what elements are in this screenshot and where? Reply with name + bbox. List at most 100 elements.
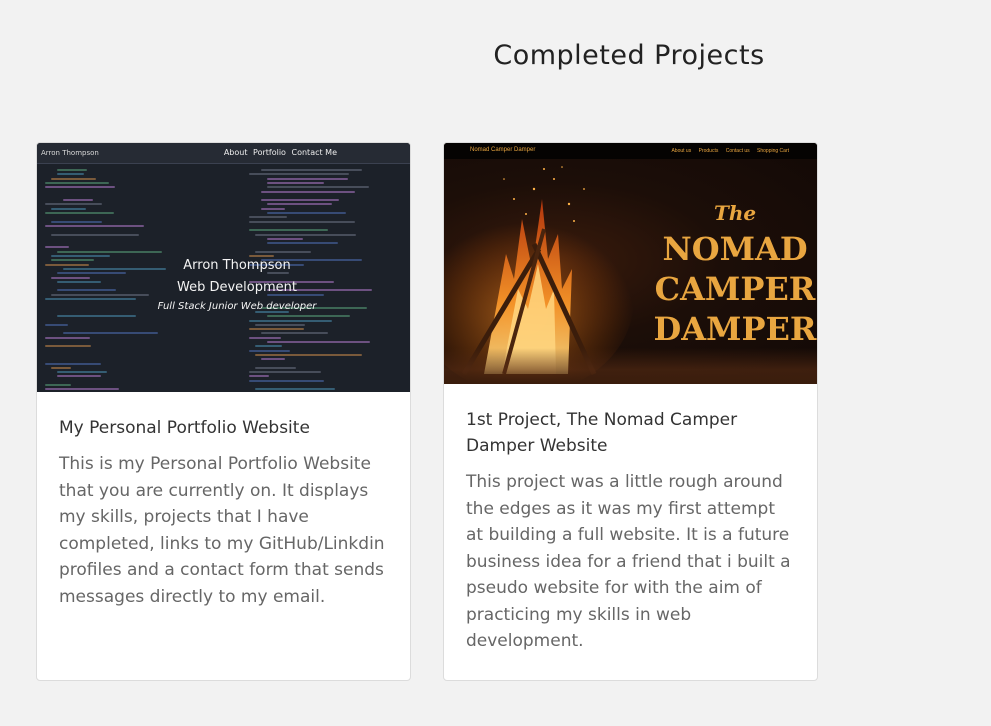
code-line — [249, 349, 290, 352]
code-line — [255, 388, 335, 391]
code-line — [267, 203, 332, 206]
thumbnail-brand: Nomad Camper Damper — [470, 147, 536, 153]
code-line — [255, 366, 296, 369]
code-line — [249, 216, 287, 219]
code-line — [51, 259, 94, 262]
thumbnail-nav-item: About us — [671, 148, 692, 154]
code-line — [57, 280, 101, 283]
code-line — [45, 388, 119, 391]
code-line — [45, 298, 136, 300]
thumbnail-hero: Arron Thompson Web Development Full Stac… — [137, 255, 337, 315]
thumbnail-nav-item: Contact Me — [291, 148, 338, 157]
thumbnail-nav-item: Shopping Cart — [757, 148, 789, 154]
code-line — [261, 207, 285, 210]
code-line — [261, 332, 328, 335]
card-title: 1st Project, The Nomad Camper Damper Web… — [466, 410, 738, 456]
thumbnail-navbar: Nomad Camper Damper About us Products Co… — [444, 143, 817, 159]
thumbnail-hero-name: Arron Thompson — [183, 258, 291, 273]
code-line — [267, 212, 346, 214]
code-line — [249, 379, 324, 382]
thumbnail-brand: Arron Thompson — [41, 149, 99, 157]
code-line — [45, 384, 71, 386]
code-line — [57, 272, 126, 275]
code-line — [267, 186, 369, 189]
thumbnail-nav: About us Products Contact us Shopping Ca… — [665, 148, 789, 154]
thumbnail-title-line: NOMAD — [662, 230, 808, 268]
code-line — [249, 371, 321, 374]
code-line — [45, 246, 69, 249]
code-line — [51, 366, 71, 369]
code-line — [45, 323, 68, 326]
code-line — [249, 319, 332, 322]
code-line — [249, 173, 349, 176]
project-thumbnail-portfolio[interactable]: Arron Thompson About Portfolio Contact M… — [37, 143, 410, 392]
code-line — [45, 186, 115, 189]
code-line — [249, 336, 281, 339]
code-line — [249, 375, 269, 378]
code-line — [51, 177, 96, 180]
card-description: This project was a little rough around t… — [466, 472, 791, 651]
project-card-portfolio[interactable]: Arron Thompson About Portfolio Contact M… — [36, 142, 411, 681]
code-line — [51, 276, 90, 279]
code-line — [249, 229, 328, 232]
project-thumbnail-nomad[interactable]: Nomad Camper Damper About us Products Co… — [444, 143, 817, 384]
code-line — [51, 207, 86, 210]
code-line — [45, 336, 90, 339]
code-line — [51, 255, 110, 257]
code-line — [57, 375, 101, 378]
thumbnail-nav-item: About — [223, 148, 248, 157]
code-line — [57, 289, 116, 292]
code-line — [51, 293, 149, 296]
thumbnail-title-line: DAMPER — [653, 310, 817, 348]
thumbnail-hero-role: Web Development — [177, 280, 297, 295]
code-line — [261, 190, 355, 193]
code-line — [267, 237, 303, 240]
code-line — [261, 169, 362, 171]
code-line — [57, 173, 84, 176]
code-line — [261, 199, 339, 202]
code-line — [255, 323, 305, 326]
code-line — [57, 371, 107, 374]
code-line — [57, 169, 87, 171]
project-card-nomad[interactable]: Nomad Camper Damper About us Products Co… — [443, 142, 818, 681]
code-line — [255, 250, 311, 253]
thumbnail-title: NOMAD CAMPER DAMPER — [650, 229, 817, 349]
code-line — [45, 345, 91, 348]
code-line — [45, 203, 102, 206]
thumbnail-nav-item: Portfolio — [253, 148, 286, 157]
code-line — [255, 233, 356, 236]
thumbnail-nav-item: Products — [698, 148, 719, 154]
code-line — [57, 315, 136, 318]
code-line — [51, 233, 139, 236]
card-title: My Personal Portfolio Website — [59, 418, 310, 438]
code-line — [255, 353, 362, 356]
section-title: Completed Projects — [493, 40, 765, 71]
page: Completed Projects Arron Thompson About … — [0, 0, 991, 726]
code-line — [255, 345, 282, 348]
card-body: 1st Project, The Nomad Camper Damper Web… — [444, 384, 817, 655]
thumbnail-nav-item: Contact us — [725, 148, 750, 154]
code-line — [45, 263, 89, 266]
thumbnail-title-the: The — [714, 201, 757, 225]
ground — [444, 348, 817, 384]
thumbnail-navbar: Arron Thompson About Portfolio Contact M… — [37, 143, 410, 164]
code-line — [249, 328, 304, 331]
code-line — [45, 362, 101, 365]
code-line — [267, 341, 370, 343]
thumbnail-nav: About Portfolio Contact Me — [221, 148, 337, 157]
code-line — [249, 220, 355, 223]
code-line — [63, 199, 93, 202]
code-line — [267, 177, 348, 180]
code-line — [51, 220, 102, 223]
code-line — [261, 358, 285, 361]
thumbnail-hero-tagline: Full Stack Junior Web developer — [157, 301, 317, 312]
code-line — [267, 181, 324, 184]
thumbnail-title-line: CAMPER — [654, 270, 816, 308]
code-line — [267, 315, 350, 318]
code-line — [45, 181, 109, 184]
card-description: This is my Personal Portfolio Website th… — [59, 454, 385, 607]
code-line — [57, 250, 162, 253]
code-line — [267, 242, 338, 245]
code-line — [63, 332, 158, 335]
card-body: My Personal Portfolio Website This is my… — [37, 392, 410, 610]
